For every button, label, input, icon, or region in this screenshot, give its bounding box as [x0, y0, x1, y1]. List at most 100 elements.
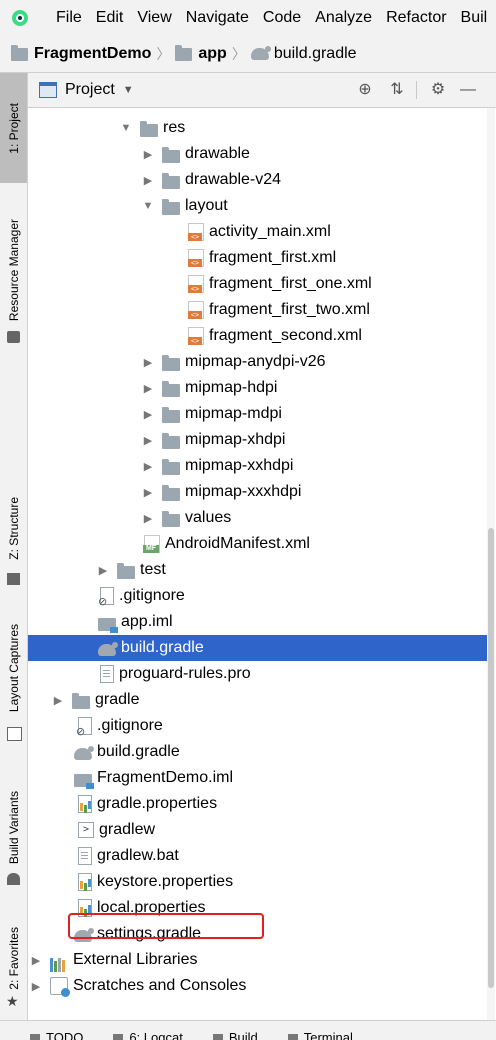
expanded-arrow-icon[interactable]: ▼: [140, 198, 156, 214]
folder-icon: [162, 358, 180, 371]
tree-item-proguard-rules[interactable]: proguard-rules.pro: [28, 661, 488, 687]
collapsed-arrow-icon[interactable]: ▶: [28, 978, 44, 994]
collapsed-arrow-icon[interactable]: ▶: [140, 354, 156, 370]
folder-icon: [162, 410, 180, 423]
collapsed-arrow-icon[interactable]: ▶: [140, 172, 156, 188]
tree-item-app-iml[interactable]: app.iml: [28, 609, 488, 635]
menu-file[interactable]: File: [49, 9, 89, 27]
tab-layout-captures[interactable]: Layout Captures: [0, 613, 27, 723]
tree-item-fragmentdemo-iml[interactable]: FragmentDemo.iml: [28, 765, 488, 791]
menu-navigate[interactable]: Navigate: [179, 9, 256, 27]
folder-icon: [162, 202, 180, 215]
tree-item-mipmap-xxhdpi[interactable]: ▶ mipmap-xxhdpi: [28, 453, 488, 479]
breadcrumb-project[interactable]: FragmentDemo: [11, 45, 151, 63]
folder-icon: [162, 488, 180, 501]
tree-item-gradlew-bat[interactable]: gradlew.bat: [28, 843, 488, 869]
tree-item-local-properties[interactable]: local.properties: [28, 895, 488, 921]
tab-structure[interactable]: Z: Structure: [0, 483, 27, 573]
tree-item-drawable-v24[interactable]: ▶ drawable-v24: [28, 167, 488, 193]
gradle-icon: [74, 930, 92, 942]
star-icon: ★: [6, 993, 19, 1010]
collapse-all-icon[interactable]: ⇅: [388, 81, 406, 99]
tree-item-root-gitignore[interactable]: .gitignore: [28, 713, 488, 739]
tab-todo[interactable]: TODO: [30, 1021, 83, 1040]
tab-build-variants[interactable]: Build Variants: [0, 778, 27, 878]
tree-item-activity-main-xml[interactable]: activity_main.xml: [28, 219, 488, 245]
locate-icon[interactable]: ⊕: [356, 81, 374, 99]
tree-item-external-libraries[interactable]: ▶ External Libraries: [28, 947, 488, 973]
tree-item-fragment-second-xml[interactable]: fragment_second.xml: [28, 323, 488, 349]
folder-icon: [162, 462, 180, 475]
tree-item-fragment-first-xml[interactable]: fragment_first.xml: [28, 245, 488, 271]
project-view-selector[interactable]: Project: [65, 81, 115, 99]
tree-item-fragment-first-one-xml[interactable]: fragment_first_one.xml: [28, 271, 488, 297]
tree-item-mipmap-xxxhdpi[interactable]: ▶ mipmap-xxxhdpi: [28, 479, 488, 505]
menu-refactor[interactable]: Refactor: [379, 9, 453, 27]
terminal-icon: [288, 1034, 298, 1040]
resource-manager-icon: [7, 331, 20, 343]
collapsed-arrow-icon[interactable]: ▶: [140, 458, 156, 474]
scratches-icon: [50, 977, 68, 995]
tree-item-android-manifest[interactable]: AndroidManifest.xml: [28, 531, 488, 557]
tree-item-mipmap-mdpi[interactable]: ▶ mipmap-mdpi: [28, 401, 488, 427]
tree-item-mipmap-hdpi[interactable]: ▶ mipmap-hdpi: [28, 375, 488, 401]
tree-item-gradlew[interactable]: > gradlew: [28, 817, 488, 843]
tree-item-root-build-gradle[interactable]: build.gradle: [28, 739, 488, 765]
minimize-icon[interactable]: —: [459, 81, 477, 99]
tab-resource-manager[interactable]: Resource Manager: [0, 203, 27, 338]
tree-item-res[interactable]: ▼ res: [28, 115, 488, 141]
collapsed-arrow-icon[interactable]: ▶: [140, 484, 156, 500]
tree-item-gradle[interactable]: ▶ gradle: [28, 687, 488, 713]
xml-file-icon: [188, 301, 204, 319]
collapsed-arrow-icon[interactable]: ▶: [95, 562, 111, 578]
gradle-icon: [98, 644, 116, 656]
menu-bar: File Edit View Navigate Code Analyze Ref…: [0, 0, 496, 36]
tab-terminal[interactable]: Terminal: [288, 1021, 353, 1040]
logcat-icon: [113, 1034, 123, 1040]
gradle-icon: [74, 748, 92, 760]
tree-item-fragment-first-two-xml[interactable]: fragment_first_two.xml: [28, 297, 488, 323]
tree-item-app-gitignore[interactable]: .gitignore: [28, 583, 488, 609]
menu-view[interactable]: View: [130, 9, 178, 27]
collapsed-arrow-icon[interactable]: ▶: [140, 406, 156, 422]
breadcrumb-module[interactable]: app: [175, 45, 226, 63]
gear-icon[interactable]: ⚙: [429, 81, 447, 99]
expanded-arrow-icon[interactable]: ▼: [118, 120, 134, 136]
scrollbar-thumb[interactable]: [488, 528, 494, 988]
folder-icon: [162, 176, 180, 189]
collapsed-arrow-icon[interactable]: ▶: [140, 146, 156, 162]
vertical-scrollbar[interactable]: [487, 108, 495, 1020]
tab-favorites[interactable]: 2: Favorites: [0, 918, 27, 998]
tree-item-layout[interactable]: ▼ layout: [28, 193, 488, 219]
tree-item-app-build-gradle[interactable]: build.gradle: [28, 635, 488, 661]
menu-build[interactable]: Buil: [454, 9, 495, 27]
collapsed-arrow-icon[interactable]: ▶: [50, 692, 66, 708]
chevron-right-icon: 〉: [156, 44, 170, 64]
tree-item-settings-gradle[interactable]: settings.gradle: [28, 921, 488, 947]
tree-item-keystore-properties[interactable]: keystore.properties: [28, 869, 488, 895]
project-panel-header: Project ▼ ⊕ ⇅ ⚙ —: [28, 73, 496, 108]
tree-item-scratches[interactable]: ▶ Scratches and Consoles: [28, 973, 488, 999]
menu-analyze[interactable]: Analyze: [308, 9, 379, 27]
collapsed-arrow-icon[interactable]: ▶: [28, 952, 44, 968]
menu-edit[interactable]: Edit: [89, 9, 131, 27]
breadcrumb-file[interactable]: build.gradle: [251, 45, 357, 63]
tree-item-mipmap-xhdpi[interactable]: ▶ mipmap-xhdpi: [28, 427, 488, 453]
tab-logcat[interactable]: 6: Logcat: [113, 1021, 183, 1040]
tree-item-mipmap-anydpi-v26[interactable]: ▶ mipmap-anydpi-v26: [28, 349, 488, 375]
menu-code[interactable]: Code: [256, 9, 308, 27]
chevron-down-icon[interactable]: ▼: [123, 84, 134, 96]
collapsed-arrow-icon[interactable]: ▶: [140, 510, 156, 526]
todo-icon: [30, 1034, 40, 1040]
tab-project[interactable]: 1: Project: [0, 73, 27, 183]
tree-item-test[interactable]: ▶ test: [28, 557, 488, 583]
tree-item-gradle-properties[interactable]: gradle.properties: [28, 791, 488, 817]
manifest-file-icon: [144, 535, 160, 553]
collapsed-arrow-icon[interactable]: ▶: [140, 432, 156, 448]
tree-item-values[interactable]: ▶ values: [28, 505, 488, 531]
project-panel: Project ▼ ⊕ ⇅ ⚙ — ▼ res ▶ drawable ▶ dra…: [28, 73, 496, 1020]
tree-item-drawable[interactable]: ▶ drawable: [28, 141, 488, 167]
collapsed-arrow-icon[interactable]: ▶: [140, 380, 156, 396]
tab-build[interactable]: Build: [213, 1021, 258, 1040]
xml-file-icon: [188, 249, 204, 267]
